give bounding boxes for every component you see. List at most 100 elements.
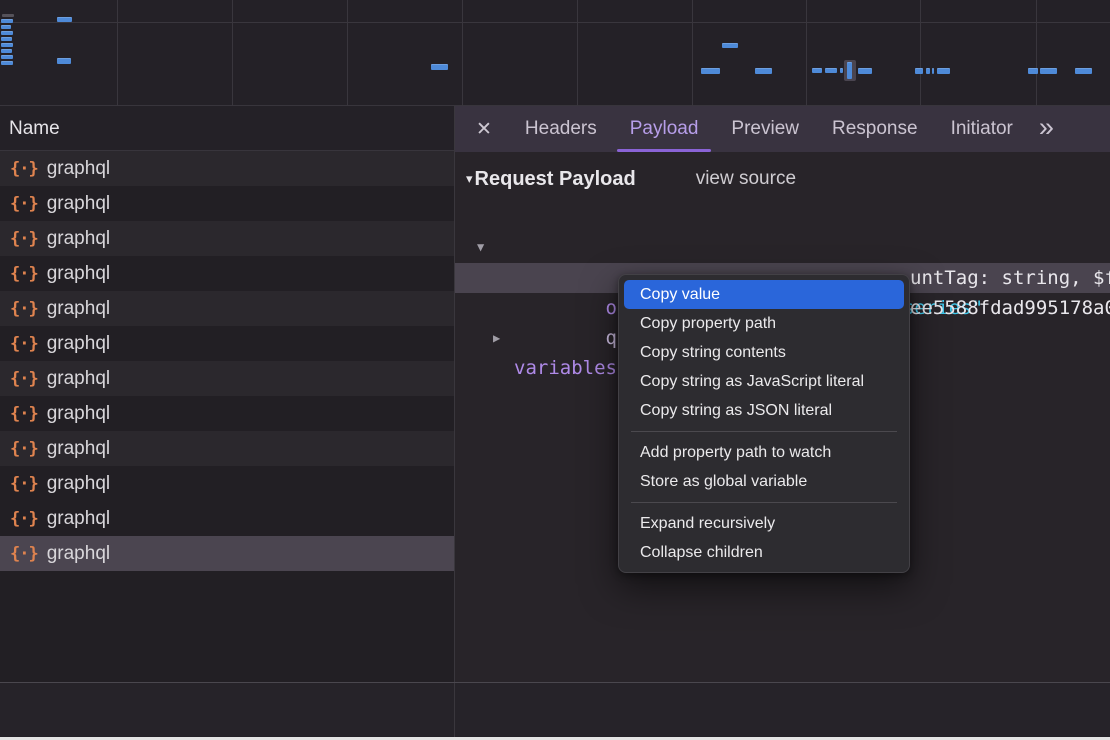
detail-tab-bar: ✕ Headers Payload Preview Response Initi… [455,106,1110,152]
menu-item-copy-string-contents[interactable]: Copy string contents [624,338,904,367]
request-name: graphql [47,333,110,355]
network-request-row[interactable]: {·} graphql [0,501,454,536]
view-source-link[interactable]: view source [696,168,796,190]
menu-item-collapse-children[interactable]: Collapse children [624,538,904,567]
request-name: graphql [47,263,110,285]
waterfall-request-bar [840,68,843,73]
menu-item-copy-string-js-literal[interactable]: Copy string as JavaScript literal [624,367,904,396]
json-request-icon: {·} [10,474,38,494]
waterfall-selected-request-bar [847,62,852,79]
request-name: graphql [47,508,110,530]
menu-item-copy-property-path[interactable]: Copy property path [624,309,904,338]
waterfall-request-bar [1075,68,1092,74]
json-request-icon: {·} [10,404,38,424]
waterfall-request-bar [937,68,950,74]
json-request-icon: {·} [10,299,38,319]
json-request-icon: {·} [10,369,38,389]
network-request-row[interactable]: {·} graphql [0,326,454,361]
waterfall-request-bar [755,68,772,74]
section-collapse-triangle-icon[interactable]: ▾ [466,171,473,187]
close-detail-panel-button[interactable]: ✕ [476,118,492,141]
waterfall-request-bar [431,64,448,70]
network-request-row[interactable]: {·} graphql [0,221,454,256]
waterfall-request-bar [1028,68,1038,74]
request-payload-section-header[interactable]: ▾ Request Payload view source [455,164,1110,194]
request-name: graphql [47,228,110,250]
status-footer [0,682,1110,736]
network-request-row[interactable]: {·} graphql [0,466,454,501]
menu-item-copy-value[interactable]: Copy value [624,280,904,309]
network-request-row[interactable]: {·} graphql [0,151,454,186]
waterfall-request-bar [722,43,738,48]
devtools-network-panel: Name {·} graphql {·} graphql {·} graphql… [0,0,1110,740]
menu-item-add-property-path-to-watch[interactable]: Add property path to watch [624,438,904,467]
overview-gridline [806,0,807,106]
request-name: graphql [47,403,110,425]
overview-gridline [920,0,921,106]
network-request-row-selected[interactable]: {·} graphql [0,536,454,571]
waterfall-request-bar [1040,68,1057,74]
json-request-icon: {·} [10,264,38,284]
waterfall-request-bar [926,68,930,74]
overview-horizontal-gridline [0,22,1110,23]
request-name: graphql [47,473,110,495]
context-menu: Copy value Copy property path Copy strin… [618,274,910,573]
network-request-row[interactable]: {·} graphql [0,256,454,291]
json-request-icon: {·} [10,334,38,354]
overview-gridline [347,0,348,106]
section-title: Request Payload [475,168,636,191]
menu-item-copy-string-json-literal[interactable]: Copy string as JSON literal [624,396,904,425]
waterfall-request-bar [915,68,923,74]
request-name: graphql [47,193,110,215]
json-tree-root-row[interactable]: ▼ {operationName: "ipFlowTimeseries", va… [455,202,1110,232]
tab-payload[interactable]: Payload [630,106,699,152]
waterfall-request-bar [1,61,13,65]
request-name: graphql [47,543,110,565]
overview-gridline [1036,0,1037,106]
waterfall-request-bar [2,14,14,17]
name-column-header[interactable]: Name [0,106,454,151]
network-request-row[interactable]: {·} graphql [0,431,454,466]
menu-separator [631,502,897,503]
menu-item-expand-recursively[interactable]: Expand recursively [624,509,904,538]
json-request-icon: {·} [10,194,38,214]
request-name: graphql [47,158,110,180]
waterfall-request-bar [1,49,12,53]
waterfall-request-bar [858,68,872,74]
waterfall-request-bar [57,58,71,64]
network-overview-waterfall[interactable] [0,0,1110,106]
menu-item-store-as-global-variable[interactable]: Store as global variable [624,467,904,496]
tab-headers[interactable]: Headers [525,106,597,152]
request-name: graphql [47,298,110,320]
more-tabs-chevron-icon[interactable]: » [1039,114,1052,145]
tab-preview[interactable]: Preview [731,106,799,152]
overview-gridline [692,0,693,106]
json-tree-operation-row[interactable]: operationName: "ipFlowTimeseries" [455,233,1110,263]
json-request-icon: {·} [10,229,38,249]
property-key: variables [514,353,617,383]
network-request-row[interactable]: {·} graphql [0,186,454,221]
waterfall-request-bar [1,43,13,47]
network-request-row[interactable]: {·} graphql [0,396,454,431]
network-request-row[interactable]: {·} graphql [0,361,454,396]
waterfall-request-bar [1,25,11,29]
tab-initiator[interactable]: Initiator [951,106,1013,152]
overview-gridline [232,0,233,106]
waterfall-request-bar [57,17,72,22]
overview-gridline [577,0,578,106]
waterfall-request-bar [1,37,12,41]
footer-divider [454,683,455,737]
waterfall-request-bar [1,19,13,23]
request-list-panel: Name {·} graphql {·} graphql {·} graphql… [0,106,454,682]
property-value-fragment-right: untTag: string, $f [910,263,1110,293]
overview-gridline [117,0,118,106]
json-request-icon: {·} [10,439,38,459]
waterfall-request-bar [812,68,822,73]
tab-response[interactable]: Response [832,106,918,152]
overview-gridline [462,0,463,106]
json-request-icon: {·} [10,544,38,564]
request-name: graphql [47,438,110,460]
property-value-fragment-right: ee5588fdad995178a0 [910,293,1110,323]
collapsed-triangle-icon[interactable]: ▶ [493,323,500,353]
network-request-row[interactable]: {·} graphql [0,291,454,326]
